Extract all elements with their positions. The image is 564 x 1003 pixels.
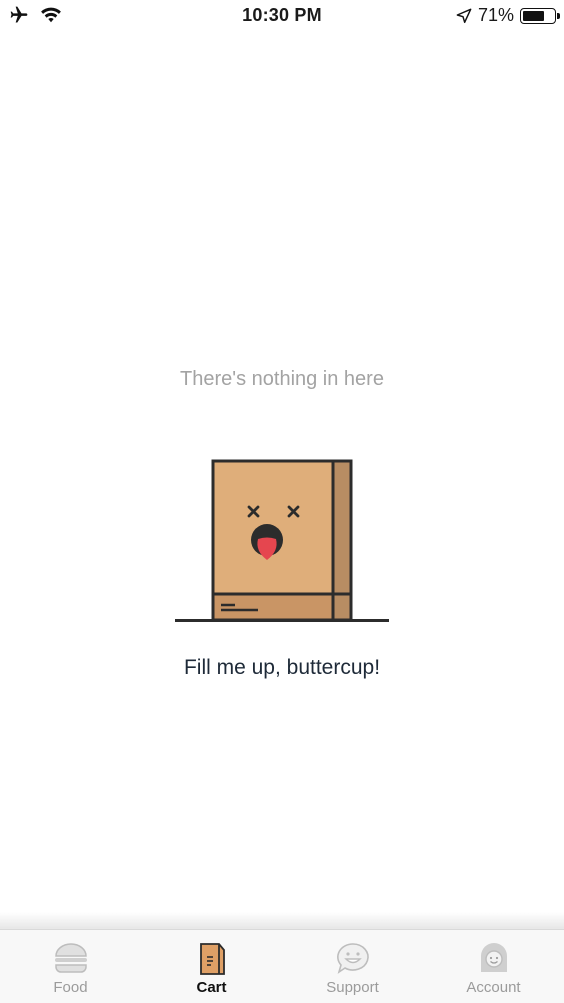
burger-icon	[53, 940, 89, 976]
tab-account[interactable]: Account	[423, 930, 564, 1003]
tab-cart-label: Cart	[196, 979, 227, 996]
battery-icon	[520, 7, 560, 24]
status-bar: 10:30 PM 71%	[0, 0, 564, 32]
battery-percent: 71%	[477, 5, 514, 25]
empty-state-title: There's nothing in here	[180, 368, 384, 390]
status-right: 71%	[456, 5, 560, 26]
empty-bag-illustration	[175, 459, 389, 622]
tab-food[interactable]: Food	[0, 930, 141, 1003]
battery-cap	[557, 12, 560, 19]
tab-bar: Food Cart Support Account	[0, 929, 564, 1003]
tab-cart[interactable]: Cart	[141, 930, 282, 1003]
location-arrow-icon	[456, 8, 472, 23]
user-icon	[476, 940, 512, 976]
battery-fill	[523, 10, 545, 21]
empty-state-subtitle: Fill me up, buttercup!	[183, 656, 381, 679]
bag-bottom	[213, 594, 333, 620]
tab-bar-shadow	[0, 912, 564, 930]
tab-account-label: Account	[466, 979, 521, 996]
tab-food-label: Food	[53, 979, 88, 996]
bag-icon	[194, 940, 230, 976]
bag-side	[333, 461, 351, 620]
tab-support[interactable]: Support	[282, 930, 423, 1003]
tab-support-label: Support	[326, 979, 379, 996]
chat-bubble-icon	[335, 940, 371, 976]
